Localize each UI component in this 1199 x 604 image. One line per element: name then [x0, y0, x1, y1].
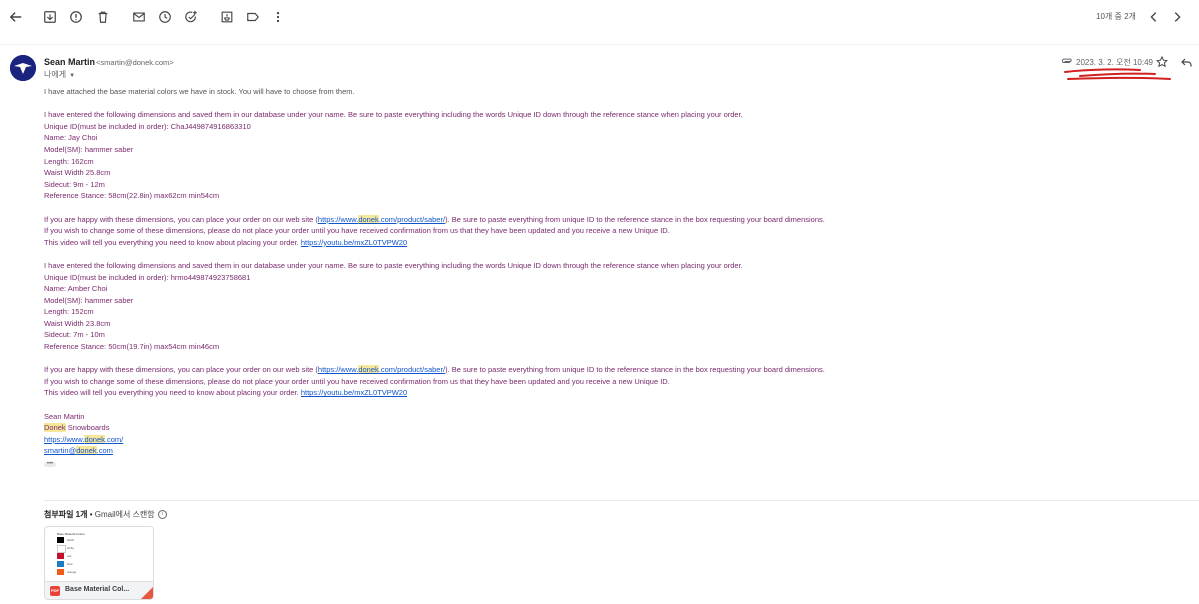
- signature-company: Donek Snowboards: [44, 423, 110, 433]
- toolbar-divider: [0, 44, 1199, 45]
- mark-unread-icon[interactable]: [131, 9, 147, 25]
- show-trimmed-content-button[interactable]: •••: [44, 461, 56, 467]
- swatch-label: white: [67, 546, 75, 550]
- chevron-left-icon[interactable]: [1146, 9, 1162, 25]
- order-instructions-2: If you are happy with these dimensions, …: [44, 364, 944, 399]
- recipient-dropdown[interactable]: 나에게 ▼: [44, 69, 75, 80]
- chevron-right-icon[interactable]: [1169, 9, 1185, 25]
- archive-icon[interactable]: [42, 9, 58, 25]
- page-fold-icon: [141, 587, 153, 599]
- name-line: Name: Amber Choi: [44, 284, 108, 294]
- dimensions-block-1: I have entered the following dimensions …: [44, 109, 944, 202]
- unique-id: Unique ID(must be included in order): hr…: [44, 272, 251, 282]
- pager-text: 10개 중 2개: [1096, 12, 1136, 21]
- order-instructions-1: If you are happy with these dimensions, …: [44, 214, 944, 249]
- length-line: Length: 162cm: [44, 156, 94, 166]
- recipient-label: 나에게: [44, 70, 67, 79]
- dimensions-block-2: I have entered the following dimensions …: [44, 260, 944, 353]
- chevron-down-icon: ▼: [69, 73, 76, 79]
- signature-email-link[interactable]: smartin@donek.com: [44, 446, 113, 456]
- reply-icon[interactable]: [1181, 57, 1192, 68]
- swatch-black: [57, 537, 64, 543]
- pdf-icon: PDF: [50, 586, 60, 596]
- order-line: If you are happy with these dimensions, …: [44, 214, 825, 224]
- video-line: This video will tell you everything you …: [44, 237, 408, 247]
- more-icon[interactable]: [270, 9, 286, 25]
- change-line: If you wish to change some of these dime…: [44, 376, 670, 386]
- swatch-blue: [57, 561, 64, 567]
- order-line: If you are happy with these dimensions, …: [44, 365, 825, 375]
- red-scribble-annotation: [1064, 68, 1171, 80]
- attachment-card[interactable]: Base Material Colors black white red blu…: [44, 526, 154, 600]
- signature-name: Sean Martin: [44, 411, 85, 421]
- info-icon[interactable]: i: [157, 510, 167, 520]
- stance-line: Reference Stance: 58cm(22.8in) max62cm m…: [44, 191, 220, 201]
- video-link[interactable]: https://youtu.be/mxZL0TVPW20: [301, 388, 407, 397]
- swatch-label: blue: [67, 562, 73, 566]
- swatch-label: black: [67, 538, 75, 542]
- signature-website-link[interactable]: https://www.donek.com/: [44, 434, 123, 444]
- attachments-count: 첨부파일 1개: [44, 510, 88, 519]
- snooze-icon[interactable]: [157, 9, 173, 25]
- sidecut-line: Sidecut: 9m - 12m: [44, 179, 105, 189]
- back-arrow-icon[interactable]: [8, 9, 24, 25]
- stance-line: Reference Stance: 50cm(19.7in) max54cm m…: [44, 342, 220, 352]
- sender-name[interactable]: Sean Martin: [44, 57, 95, 67]
- length-line: Length: 152cm: [44, 307, 94, 317]
- product-link[interactable]: https://www.donek.com/product/saber/: [318, 365, 445, 375]
- email-body: I have attached the base material colors…: [44, 86, 944, 469]
- unique-id: Unique ID(must be included in order): Ch…: [44, 121, 251, 131]
- star-icon[interactable]: [1156, 56, 1168, 68]
- label-icon[interactable]: [245, 9, 261, 25]
- attachments-header: 첨부파일 1개 • Gmail에서 스캔함 i: [44, 509, 167, 520]
- swatch-red: [57, 553, 64, 559]
- waist-line: Waist Width 25.8cm: [44, 168, 111, 178]
- attachments-divider: [44, 500, 1199, 501]
- delete-icon[interactable]: [95, 9, 111, 25]
- swatch-orange: [57, 569, 64, 575]
- dimensions-intro: I have entered the following dimensions …: [44, 110, 743, 120]
- sender-avatar[interactable]: [10, 55, 36, 81]
- attachment-filename: Base Material Col...: [65, 586, 130, 593]
- add-task-icon[interactable]: [183, 9, 199, 25]
- model-line: Model(SM): hammer saber: [44, 144, 134, 154]
- sidecut-line: Sidecut: 7m - 10m: [44, 330, 105, 340]
- scan-text: Gmail에서 스캔함: [94, 510, 155, 519]
- signature: Sean Martin Donek Snowboards https://www…: [44, 411, 944, 469]
- dimensions-intro: I have entered the following dimensions …: [44, 260, 743, 270]
- thumbnail-title: Base Material Colors: [57, 532, 85, 536]
- model-line: Model(SM): hammer saber: [44, 295, 134, 305]
- swatch-label: red: [67, 554, 72, 558]
- product-link[interactable]: https://www.donek.com/product/saber/: [318, 214, 445, 224]
- change-line: If you wish to change some of these dime…: [44, 226, 670, 236]
- report-spam-icon[interactable]: [68, 9, 84, 25]
- move-to-icon[interactable]: [219, 9, 235, 25]
- video-link[interactable]: https://youtu.be/mxZL0TVPW20: [301, 238, 407, 247]
- video-line: This video will tell you everything you …: [44, 388, 408, 398]
- attachment-footer: PDF Base Material Col...: [45, 581, 153, 599]
- name-line: Name: Jay Choi: [44, 133, 98, 143]
- swatch-white: [57, 545, 66, 553]
- swatch-label: orange: [67, 570, 77, 574]
- waist-line: Waist Width 23.8cm: [44, 318, 111, 328]
- paperclip-icon: [1061, 58, 1072, 63]
- intro-text: I have attached the base material colors…: [44, 87, 355, 96]
- sender-email: <smartin@donek.com>: [96, 58, 174, 67]
- toolbar: 10개 중 2개: [0, 0, 1199, 34]
